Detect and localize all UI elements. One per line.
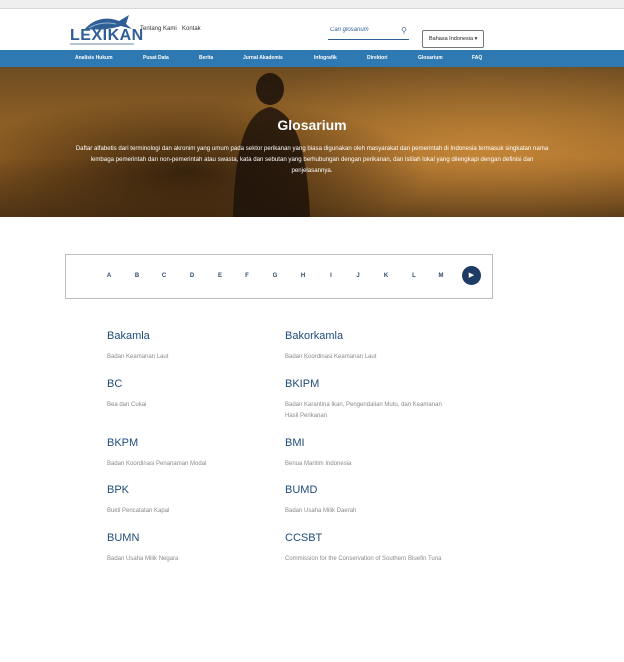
glossary-term[interactable]: CCSBT: [285, 532, 445, 544]
glossary-term[interactable]: BKIPM: [285, 378, 445, 390]
search-box: ⚲: [328, 24, 409, 40]
glossary-definition: Badan Karantina Ikan, Pengendalian Mutu,…: [285, 402, 442, 419]
nav-jurnal-akademis[interactable]: Jurnal Akademis: [243, 55, 283, 61]
glossary-definition: Bea dan Cukai: [107, 402, 147, 408]
glossary-definition: Benua Maritim Indonesia: [285, 461, 352, 467]
nav-faq[interactable]: FAQ: [472, 55, 482, 61]
glossary-item: BPK Bukti Pencatatan Kapal: [107, 484, 282, 517]
language-select[interactable]: Bahasa Indonesia ▾: [422, 30, 484, 48]
alphabet-filter: A B C D E F G H I J K L M ▶: [65, 254, 493, 299]
contact-link[interactable]: Kontak: [182, 26, 201, 32]
hero-silhouette: [233, 73, 310, 217]
next-letters-button[interactable]: ▶: [462, 266, 481, 285]
letter-d[interactable]: D: [187, 273, 197, 279]
main-nav: Analisis Hukum Pusat Data Berita Jurnal …: [0, 50, 624, 67]
glossary-item: BKIPM Badan Karantina Ikan, Pengendalian…: [285, 378, 445, 422]
glossary-item: BUMD Badan Usaha Milik Daerah: [285, 484, 460, 517]
letter-f[interactable]: F: [242, 273, 252, 279]
glossary-definition: Badan Keamanan Laut: [107, 354, 169, 360]
hero-banner: Glosarium Daftar alfabetis dari terminol…: [0, 67, 624, 217]
nav-pusat-data[interactable]: Pusat Data: [143, 55, 169, 61]
letter-k[interactable]: K: [381, 273, 391, 279]
glossary-definition: Badan Koordinasi Penanaman Modal: [107, 461, 207, 467]
lexikan-logo[interactable]: LEXIKAN: [69, 13, 143, 47]
glossary-term[interactable]: Bakorkamla: [285, 330, 460, 342]
glossary-term[interactable]: BC: [107, 378, 282, 390]
nav-direktori[interactable]: Direktori: [367, 55, 388, 61]
glossary-term[interactable]: BUMD: [285, 484, 460, 496]
nav-glosarium[interactable]: Glosarium: [418, 55, 443, 61]
letter-j[interactable]: J: [353, 273, 363, 279]
nav-analisis-hukum[interactable]: Analisis Hukum: [75, 55, 113, 61]
glossary-definition: Commission for the Conservation of South…: [285, 556, 442, 562]
glossary-item: BUMN Badan Usaha Milik Negara: [107, 532, 282, 565]
browser-strip: [0, 0, 624, 9]
letter-e[interactable]: E: [215, 273, 225, 279]
glossary-term[interactable]: BUMN: [107, 532, 282, 544]
glossary-definition: Bukti Pencatatan Kapal: [107, 508, 170, 514]
letter-g[interactable]: G: [270, 273, 280, 279]
logo-tagline: [70, 43, 134, 45]
nav-berita[interactable]: Berita: [199, 55, 213, 61]
letter-i[interactable]: I: [326, 273, 336, 279]
search-input[interactable]: [330, 27, 400, 33]
search-icon[interactable]: ⚲: [401, 26, 407, 35]
glossary-item: Bakorkamla Badan Koordinasi Keamanan Lau…: [285, 330, 460, 363]
glossary-term[interactable]: Bakamla: [107, 330, 282, 342]
letter-l[interactable]: L: [409, 273, 419, 279]
glossary-item: BC Bea dan Cukai: [107, 378, 282, 411]
glossary-term[interactable]: BKPM: [107, 437, 282, 449]
letter-b[interactable]: B: [132, 273, 142, 279]
page-description: Daftar alfabetis dari terminologi dan ak…: [75, 145, 549, 175]
glossary-term[interactable]: BPK: [107, 484, 282, 496]
glossary-item: BMI Benua Maritim Indonesia: [285, 437, 460, 470]
nav-infografik[interactable]: Infografik: [314, 55, 337, 61]
site-header: LEXIKAN Tentang Kami Kontak ⚲ Bahasa Ind…: [0, 9, 624, 50]
glossary-term[interactable]: BMI: [285, 437, 460, 449]
letter-m[interactable]: M: [436, 273, 446, 279]
letter-c[interactable]: C: [159, 273, 169, 279]
letter-a[interactable]: A: [104, 273, 114, 279]
glossary-definition: Badan Usaha Milik Negara: [107, 556, 179, 562]
play-icon: ▶: [468, 272, 475, 279]
glossary-item: BKPM Badan Koordinasi Penanaman Modal: [107, 437, 282, 470]
page-title: Glosarium: [277, 117, 347, 133]
glossary-item: Bakamla Badan Keamanan Laut: [107, 330, 282, 363]
glossary-definition: Badan Koordinasi Keamanan Laut: [285, 354, 377, 360]
letter-h[interactable]: H: [298, 273, 308, 279]
about-link[interactable]: Tentang Kami: [140, 26, 177, 32]
glossary-definition: Badan Usaha Milik Daerah: [285, 508, 357, 514]
glossary-item: CCSBT Commission for the Conservation of…: [285, 532, 445, 565]
